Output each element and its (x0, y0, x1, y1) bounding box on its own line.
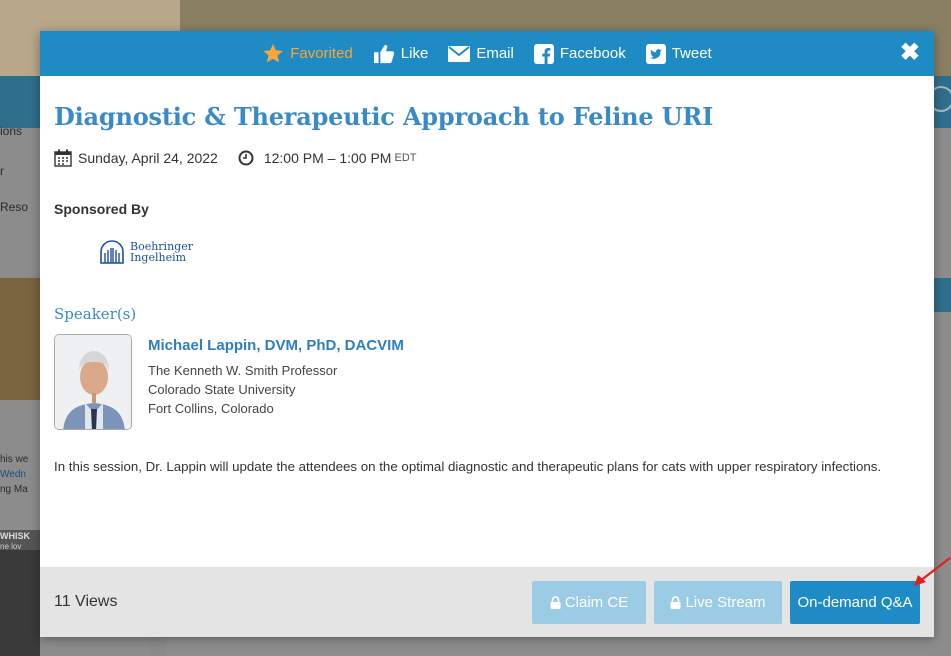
modal-footer: 11 Views Claim CE Live Stream On-demand … (40, 567, 934, 637)
session-meta: Sunday, April 24, 2022 12:00 PM – 1:00 P… (54, 149, 920, 167)
background-cat-photo (0, 550, 40, 656)
like-label: Like (400, 45, 429, 62)
claim-ce-button[interactable]: Claim CE (532, 580, 646, 624)
twitter-icon (645, 43, 666, 64)
close-icon[interactable]: ✖ (900, 41, 920, 65)
background-text: WHISK (0, 531, 30, 541)
live-stream-label: Live Stream (685, 593, 766, 611)
sponsored-by-label: Sponsored By (54, 201, 149, 217)
clock-icon (238, 150, 254, 166)
claim-ce-label: Claim CE (564, 593, 629, 611)
email-label: Email (476, 45, 514, 62)
sponsor-name-line2: Ingelheim (130, 251, 187, 264)
session-title: Diagnostic & Therapeutic Approach to Fel… (54, 102, 714, 131)
speaker-photo[interactable] (54, 334, 132, 430)
boehringer-logo-icon (100, 240, 124, 264)
email-button[interactable]: Email (448, 45, 514, 62)
speaker-position: The Kenneth W. Smith Professor (148, 363, 338, 378)
background-text: ng Ma (0, 484, 28, 495)
favorite-label: Favorited (290, 45, 353, 62)
lock-icon (670, 595, 681, 609)
on-demand-qa-button[interactable]: On-demand Q&A (790, 580, 920, 624)
calendar-icon (54, 149, 72, 167)
session-time-group: 12:00 PM – 1:00 PM EDT (238, 150, 417, 166)
modal-header: Favorited Like Email Facebook Tweet ✖ (40, 31, 934, 76)
thumbs-up-icon (373, 44, 394, 63)
speaker-name-link[interactable]: Michael Lappin, DVM, PhD, DACVIM (148, 337, 404, 354)
sponsor-name: Boehringer Ingelheim (126, 241, 193, 263)
on-demand-qa-label: On-demand Q&A (797, 593, 913, 611)
background-text: Reso (0, 200, 29, 214)
session-timezone: EDT (394, 152, 417, 164)
session-time: 12:00 PM – 1:00 PM (263, 150, 392, 166)
favorite-button[interactable]: Favorited (262, 43, 353, 64)
facebook-label: Facebook (559, 45, 626, 62)
like-button[interactable]: Like (373, 44, 429, 64)
sponsor-logo: Boehringer Ingelheim (98, 239, 920, 265)
live-stream-button[interactable]: Live Stream (654, 580, 782, 624)
session-date: Sunday, April 24, 2022 (78, 150, 218, 166)
background-text: r (0, 164, 4, 178)
background-image-strip (0, 278, 40, 400)
speaker-info: Michael Lappin, DVM, PhD, DACVIM The Ken… (148, 334, 404, 430)
background-text: Wedn (0, 469, 26, 480)
speaker-card: Michael Lappin, DVM, PhD, DACVIM The Ken… (54, 334, 920, 430)
lock-icon (550, 595, 561, 609)
envelope-icon (448, 45, 471, 62)
facebook-icon (533, 43, 554, 64)
star-icon (263, 43, 284, 63)
background-text: his we (0, 454, 29, 465)
background-text: ions (0, 124, 23, 138)
red-arrow-annotation (914, 557, 951, 586)
speaker-organization: Colorado State University (148, 382, 296, 397)
modal-body: Diagnostic & Therapeutic Approach to Fel… (40, 76, 934, 477)
tweet-label: Tweet (671, 45, 712, 62)
views-count: 11 Views (54, 593, 118, 610)
facebook-button[interactable]: Facebook (533, 43, 626, 64)
speaker-location: Fort Collins, Colorado (148, 401, 274, 416)
session-description: In this session, Dr. Lappin will update … (54, 459, 882, 474)
speakers-heading: Speaker(s) (54, 305, 137, 323)
tweet-button[interactable]: Tweet (645, 43, 712, 64)
session-modal: Favorited Like Email Facebook Tweet ✖ Di… (40, 31, 934, 637)
